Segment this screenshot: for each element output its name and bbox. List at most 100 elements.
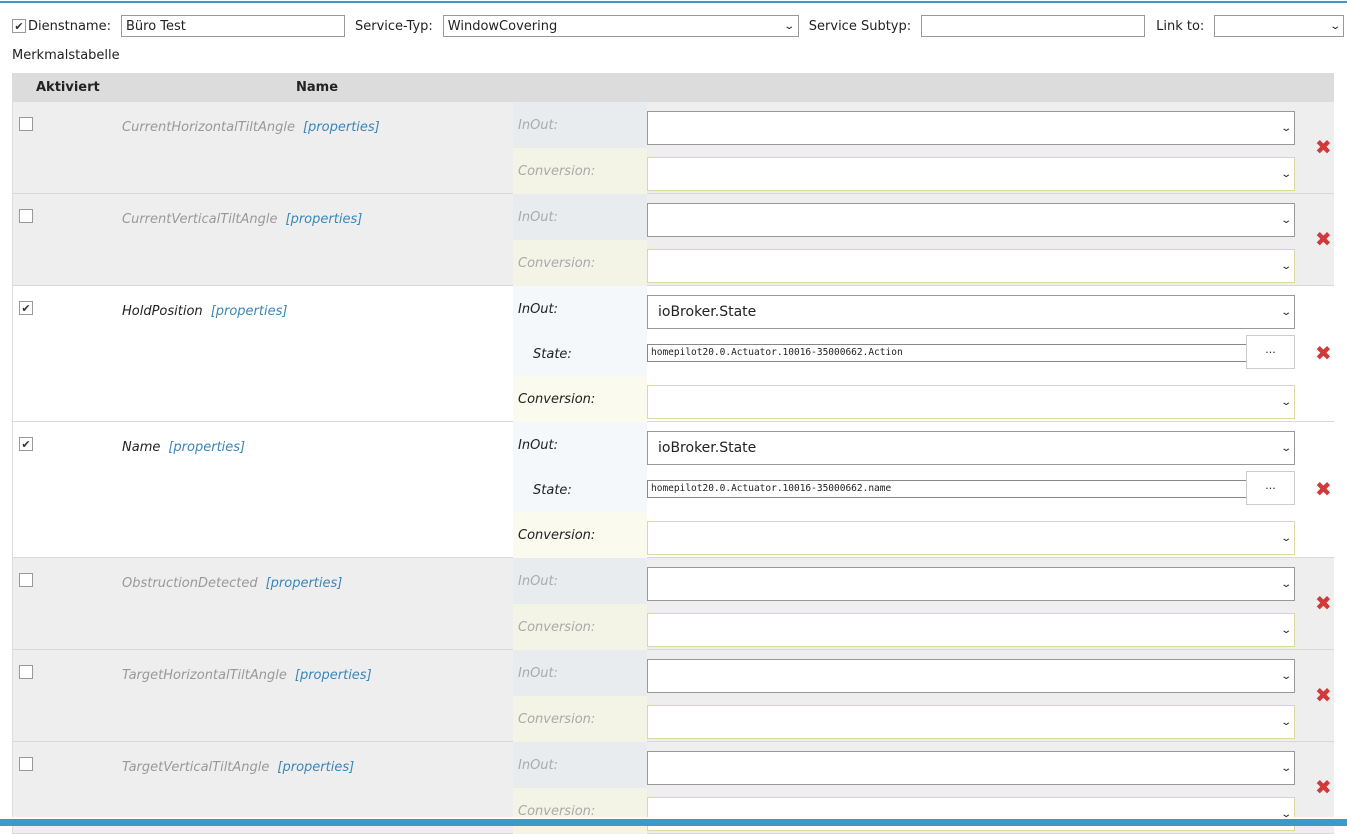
characteristic-name: Name [properties] (122, 440, 245, 455)
conversion-select[interactable]: ⌄ (647, 613, 1295, 647)
chevron-down-icon: ⌄ (1279, 396, 1292, 408)
activated-checkbox[interactable] (19, 757, 33, 771)
browse-state-button[interactable]: ··· (1246, 335, 1295, 369)
field-inout: InOut: ⌄ (513, 194, 1298, 240)
chevron-down-icon: ⌄ (1279, 260, 1292, 272)
field-conversion: Conversion: ⌄ (513, 604, 1298, 650)
chevron-down-icon: ⌄ (1279, 532, 1292, 544)
service-enabled-checkbox[interactable]: ✔ (12, 19, 26, 33)
field-conversion: Conversion: ⌄ (513, 376, 1298, 422)
service-name-label: Dienstname: (28, 18, 111, 34)
conversion-select[interactable]: ⌄ (647, 249, 1295, 283)
chevron-down-icon: ⌄ (783, 20, 796, 32)
link-to-select[interactable]: ⌄ (1214, 15, 1345, 37)
conversion-select[interactable]: ⌄ (647, 705, 1295, 739)
inout-select[interactable]: ⌄ (647, 567, 1295, 601)
conversion-label: Conversion: (513, 148, 647, 194)
properties-link[interactable]: [properties] (266, 576, 343, 591)
characteristic-name-text: HoldPosition (122, 304, 203, 319)
inout-select[interactable]: ioBroker.State ⌄ (647, 295, 1295, 329)
link-to-label: Link to: (1156, 18, 1205, 34)
characteristic-name-text: TargetVerticalTiltAngle (122, 760, 270, 775)
table-row: ObstructionDetected [properties] InOut: ⌄ Co… (12, 558, 1334, 650)
column-name: Name (296, 80, 339, 95)
delete-icon[interactable]: ✖ (1315, 227, 1332, 251)
chevron-down-icon: ⌄ (1279, 670, 1292, 682)
conversion-label: Conversion: (513, 788, 647, 834)
inout-select[interactable]: ioBroker.State ⌄ (647, 431, 1295, 465)
delete-icon[interactable]: ✖ (1315, 591, 1332, 615)
inout-label: InOut: (513, 194, 647, 240)
service-type-label: Service-Typ: (354, 18, 433, 34)
inout-select[interactable]: ⌄ (647, 203, 1295, 237)
inout-select[interactable]: ⌄ (647, 111, 1295, 145)
chevron-down-icon: ⌄ (1279, 442, 1292, 454)
characteristic-name: CurrentHorizontalTiltAngle [properties] (122, 120, 380, 135)
table-row: CurrentHorizontalTiltAngle [properties] In… (12, 102, 1334, 194)
conversion-select[interactable]: ⌄ (647, 521, 1295, 555)
activated-checkbox[interactable] (19, 209, 33, 223)
service-type-select[interactable]: WindowCovering ⌄ (442, 15, 799, 37)
activated-checkbox[interactable] (19, 117, 33, 131)
inout-value: ioBroker.State (658, 440, 757, 456)
state-label: State: (513, 467, 647, 513)
conversion-label: Conversion: (513, 376, 647, 422)
state-input[interactable]: homepilot20.0.Actuator.10016-35000662.Ac… (647, 344, 1247, 362)
properties-link[interactable]: [properties] (295, 668, 372, 683)
state-input[interactable]: homepilot20.0.Actuator.10016-35000662.na… (647, 480, 1247, 498)
properties-link[interactable]: [properties] (303, 120, 380, 135)
properties-link[interactable]: [properties] (211, 304, 288, 319)
inout-label: InOut: (513, 102, 647, 148)
service-name-input[interactable]: Büro Test (120, 15, 345, 37)
field-inout: InOut: ioBroker.State ⌄ (513, 286, 1298, 332)
activated-checkbox[interactable]: ✔ (19, 437, 33, 451)
chevron-down-icon: ⌄ (1279, 122, 1292, 134)
delete-icon[interactable]: ✖ (1315, 135, 1332, 159)
activated-checkbox[interactable] (19, 665, 33, 679)
state-label: State: (513, 331, 647, 377)
characteristic-name: ObstructionDetected [properties] (122, 576, 342, 591)
characteristic-name: CurrentVerticalTiltAngle [properties] (122, 212, 362, 227)
inout-select[interactable]: ⌄ (647, 751, 1295, 785)
characteristic-name-text: TargetHorizontalTiltAngle (122, 668, 287, 683)
table-header: Aktiviert Name (12, 73, 1334, 102)
conversion-select[interactable]: ⌄ (647, 385, 1295, 419)
inout-label: InOut: (513, 422, 647, 468)
chevron-down-icon: ⌄ (1279, 214, 1292, 226)
chevron-down-icon: ⌄ (1329, 20, 1341, 32)
service-subtype-label: Service Subtyp: (808, 18, 912, 34)
service-header: ✔ Dienstname: Büro Test Service-Typ: Win… (12, 14, 1347, 38)
chevron-down-icon: ⌄ (1279, 168, 1292, 180)
field-state: State: homepilot20.0.Actuator.10016-35000… (513, 331, 1298, 377)
field-conversion: Conversion: ⌄ (513, 240, 1298, 286)
delete-icon[interactable]: ✖ (1315, 477, 1332, 501)
service-type-value: WindowCovering (447, 18, 558, 34)
inout-select[interactable]: ⌄ (647, 659, 1295, 693)
delete-icon[interactable]: ✖ (1315, 683, 1332, 707)
properties-link[interactable]: [properties] (286, 212, 363, 227)
properties-link[interactable]: [properties] (168, 440, 245, 455)
characteristic-name-text: CurrentHorizontalTiltAngle (122, 120, 295, 135)
delete-icon[interactable]: ✖ (1315, 775, 1332, 799)
chevron-down-icon: ⌄ (1279, 716, 1292, 728)
field-inout: InOut: ⌄ (513, 650, 1298, 696)
inout-label: InOut: (513, 558, 647, 604)
table-row: CurrentVerticalTiltAngle [properties] InOu… (12, 194, 1334, 286)
field-inout: InOut: ioBroker.State ⌄ (513, 422, 1298, 468)
browse-state-button[interactable]: ··· (1246, 471, 1295, 505)
table-title: Merkmalstabelle (12, 48, 120, 63)
properties-link[interactable]: [properties] (277, 760, 354, 775)
characteristic-name: TargetHorizontalTiltAngle [properties] (122, 668, 372, 683)
conversion-select[interactable]: ⌄ (647, 157, 1295, 191)
chevron-down-icon: ⌄ (1279, 306, 1292, 318)
delete-icon[interactable]: ✖ (1315, 341, 1332, 365)
table-row: ✔ Name [properties] InOut: ioBroker.State ⌄ St… (12, 422, 1334, 558)
characteristics-table: Aktiviert Name CurrentHorizontalTiltAngl… (12, 73, 1334, 834)
service-subtype-input[interactable] (921, 15, 1146, 37)
characteristic-name: TargetVerticalTiltAngle [properties] (122, 760, 354, 775)
activated-checkbox[interactable] (19, 573, 33, 587)
conversion-label: Conversion: (513, 240, 647, 286)
activated-checkbox[interactable]: ✔ (19, 301, 33, 315)
characteristic-name-text: ObstructionDetected (122, 576, 258, 591)
inout-value: ioBroker.State (658, 304, 757, 320)
